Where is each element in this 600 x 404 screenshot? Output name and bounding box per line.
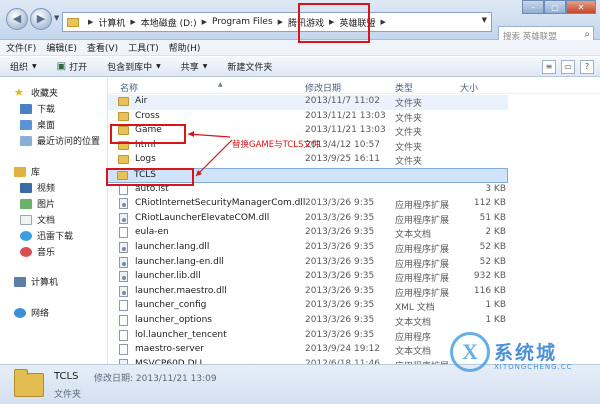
annotation-arrow [187,133,231,138]
watermark-domain: XITONGCHENG.CC [494,363,573,371]
watermark-brand: 系统城 [494,342,558,364]
folder-icon [14,369,44,397]
annotation-arrow [195,139,233,177]
watermark-logo-icon: X [450,332,490,372]
annotation-arrowhead [188,131,194,137]
annotation-text: 替换GAME与TCLS文件 [232,140,321,150]
status-item-type: 文件夹 [54,390,82,400]
status-item-name: TCLS [54,371,79,382]
status-modified-date: 修改日期: 2013/11/21 13:09 [94,374,217,384]
